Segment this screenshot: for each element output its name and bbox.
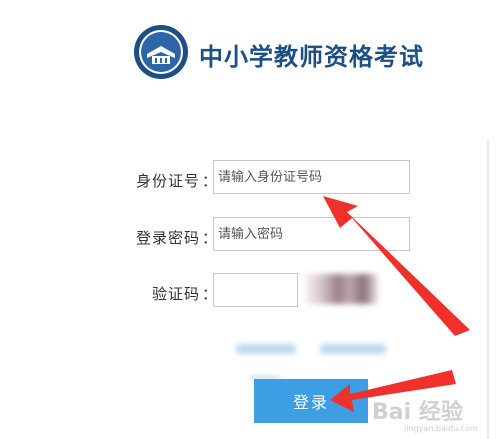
captcha-input[interactable] — [213, 273, 298, 307]
id-number-input[interactable] — [213, 160, 410, 194]
login-button[interactable]: 登录 — [254, 379, 368, 423]
id-number-label: 身份证号 — [135, 172, 200, 190]
captcha-label: 验证码 — [151, 285, 200, 303]
site-title: 中小学教师资格考试 — [199, 43, 424, 71]
watermark-url: jingyan.baidu.com — [404, 424, 478, 433]
blurred-link-left[interactable] — [236, 344, 296, 354]
blurred-link-right[interactable] — [320, 344, 386, 354]
exam-logo-icon — [134, 25, 188, 79]
password-input[interactable] — [213, 217, 410, 251]
password-label: 登录密码 — [135, 229, 200, 247]
captcha-image[interactable] — [306, 274, 378, 304]
